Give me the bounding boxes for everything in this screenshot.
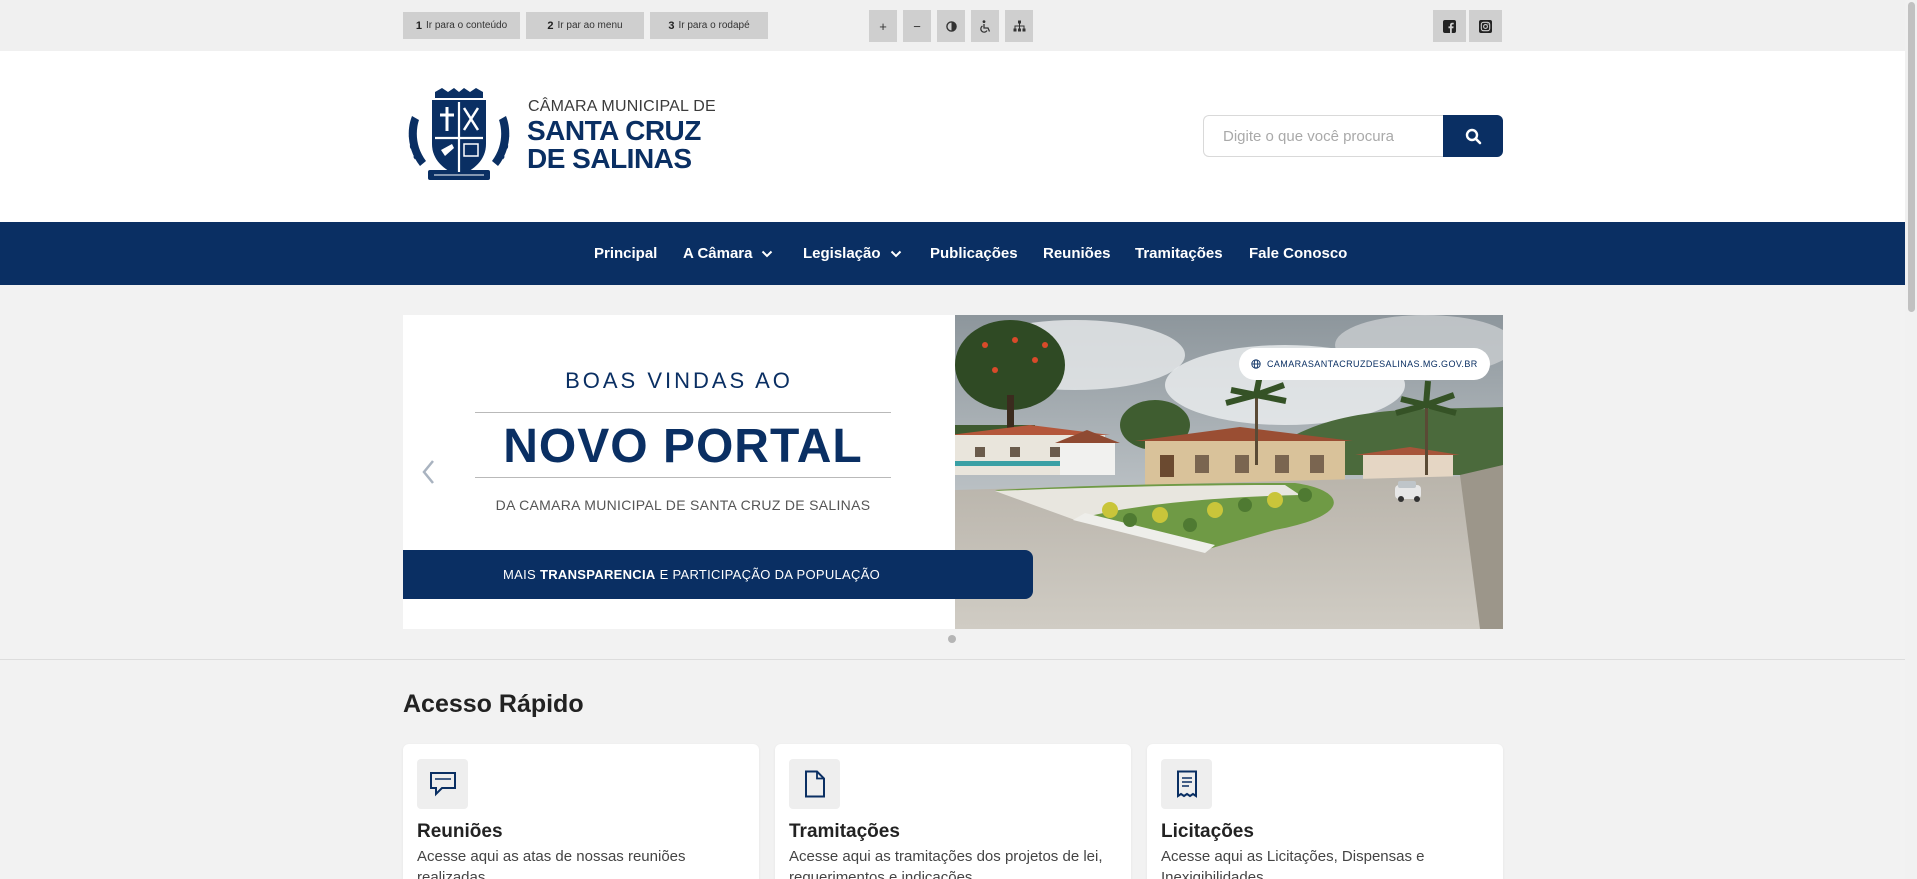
- skip-to-footer-link[interactable]: 3 Ir para o rodapé: [650, 12, 768, 39]
- skip-to-content-link[interactable]: 1 Ir para o conteúdo: [403, 12, 520, 39]
- brand-line-2: SANTA CRUZ: [527, 115, 701, 146]
- accessibility-bar: 1 Ir para o conteúdo 2 Ir par ao menu 3 Ir …: [0, 0, 1905, 51]
- card-title: Reuniões: [417, 821, 503, 842]
- facebook-link[interactable]: [1433, 10, 1466, 42]
- increase-font-button[interactable]: +: [869, 10, 897, 42]
- sitemap-icon: [1013, 20, 1025, 32]
- brand-line-1: CÂMARA MUNICIPAL DE: [528, 98, 716, 115]
- card-title: Tramitações: [789, 821, 900, 842]
- card-description: Acesse aqui as tramitações dos projetos …: [789, 848, 1103, 879]
- banner-ribbon: MAIS TRANSPARENCIA E PARTICIPAÇÃO DA POPUL…: [403, 550, 1033, 599]
- quick-access-title: Acesso Rápido: [403, 690, 584, 718]
- banner-rule-top: [475, 412, 891, 413]
- quick-access-card-reunioes[interactable]: Reuniões Acesse aqui as atas de nossas r…: [403, 744, 759, 879]
- skip-to-menu-link[interactable]: 2 Ir par ao menu: [526, 12, 644, 39]
- decrease-font-button[interactable]: −: [903, 10, 931, 42]
- card-icon-box: [1161, 759, 1212, 809]
- carousel-prev-button[interactable]: [418, 455, 438, 489]
- card-description: Acesse aqui as Licitações, Dispensas e I…: [1161, 848, 1425, 879]
- nav-item-publicacoes[interactable]: Publicações: [930, 222, 1018, 285]
- chevron-down-icon: [890, 250, 901, 257]
- card-icon-box: [417, 759, 468, 809]
- banner-welcome: BOAS VINDAS AO: [565, 368, 793, 393]
- nav-item-legislacao[interactable]: Legislação: [803, 222, 902, 285]
- sitemap-button[interactable]: [1005, 10, 1033, 42]
- contrast-button[interactable]: [937, 10, 965, 42]
- banner-headline: NOVO PORTAL: [503, 420, 863, 473]
- nav-item-tramitacoes[interactable]: Tramitações: [1135, 222, 1223, 285]
- coat-of-arms-logo[interactable]: [402, 86, 516, 186]
- nav-item-a-camara[interactable]: A Câmara: [683, 222, 773, 285]
- scrollbar-thumb[interactable]: [1908, 2, 1915, 312]
- globe-icon: [1251, 359, 1261, 369]
- quick-access-card-tramitacoes[interactable]: Tramitações Acesse aqui as tramitações d…: [775, 744, 1131, 879]
- hero-carousel[interactable]: BOAS VINDAS AO NOVO PORTAL DA CAMARA MUN…: [403, 315, 1503, 629]
- main-navigation: Principal A Câmara Legislação Publicaçõe…: [0, 222, 1905, 285]
- site-header: CÂMARA MUNICIPAL DE SANTA CRUZ DE SALINA…: [0, 51, 1905, 222]
- accessibility-button[interactable]: [971, 10, 999, 42]
- receipt-icon: [1176, 770, 1197, 798]
- nav-item-reunioes[interactable]: Reuniões: [1043, 222, 1111, 285]
- search-button[interactable]: [1443, 115, 1503, 157]
- card-title: Licitações: [1161, 821, 1254, 842]
- nav-item-principal[interactable]: Principal: [594, 222, 657, 285]
- section-divider: [0, 659, 1905, 660]
- banner-rule-bottom: [475, 477, 891, 478]
- card-icon-box: [789, 759, 840, 809]
- instagram-icon: [1479, 19, 1492, 33]
- wheelchair-icon: [980, 19, 991, 33]
- document-icon: [804, 770, 825, 798]
- contrast-icon: [945, 20, 957, 32]
- brand-line-3: DE SALINAS: [527, 143, 692, 174]
- nav-item-fale-conosco[interactable]: Fale Conosco: [1249, 222, 1347, 285]
- carousel-indicator[interactable]: [948, 635, 956, 643]
- facebook-icon: [1443, 19, 1456, 33]
- quick-access-card-licitacoes[interactable]: Licitações Acesse aqui as Licitações, Di…: [1147, 744, 1503, 879]
- instagram-link[interactable]: [1469, 10, 1502, 42]
- banner-subtitle: DA CAMARA MUNICIPAL DE SANTA CRUZ DE SAL…: [495, 497, 871, 513]
- portal-url-badge: CAMARASANTACRUZDESALINAS.MG.GOV.BR: [1239, 348, 1490, 380]
- chat-bubble-icon: [429, 772, 456, 797]
- chevron-down-icon: [762, 250, 773, 257]
- chevron-left-icon: [422, 460, 434, 484]
- card-description: Acesse aqui as atas de nossas reuniões r…: [417, 848, 686, 879]
- search-input[interactable]: [1203, 115, 1443, 157]
- search-icon: [1465, 128, 1481, 144]
